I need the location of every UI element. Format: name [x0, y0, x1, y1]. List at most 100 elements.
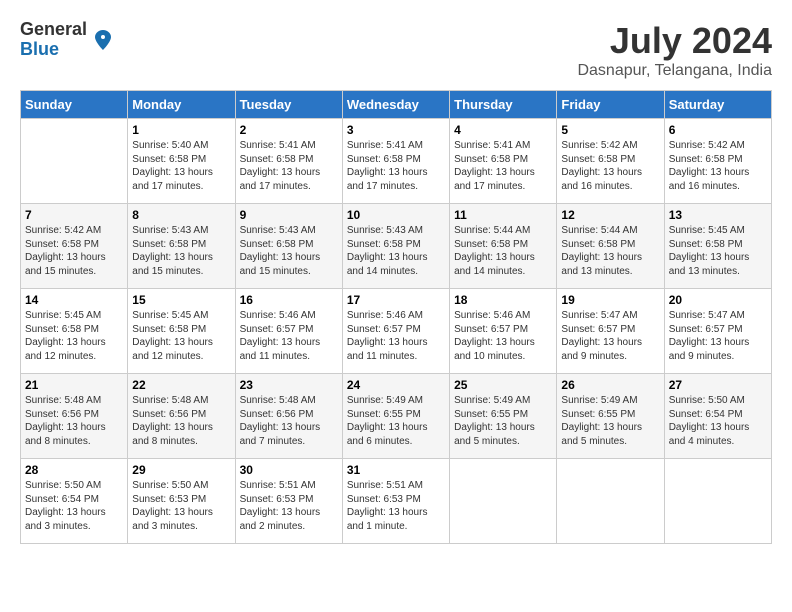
calendar-cell: 28 Sunrise: 5:50 AM Sunset: 6:54 PM Dayli… [21, 459, 128, 544]
day-number: 3 [347, 123, 445, 137]
calendar-week-row: 14 Sunrise: 5:45 AM Sunset: 6:58 PM Dayli… [21, 289, 772, 374]
calendar-cell [664, 459, 771, 544]
logo-blue: Blue [20, 40, 87, 60]
day-number: 2 [240, 123, 338, 137]
day-info: Sunrise: 5:42 AM Sunset: 6:58 PM Dayligh… [669, 139, 767, 193]
day-info: Sunrise: 5:46 AM Sunset: 6:57 PM Dayligh… [240, 309, 338, 363]
day-number: 12 [561, 208, 659, 222]
calendar-cell: 16 Sunrise: 5:46 AM Sunset: 6:57 PM Dayli… [235, 289, 342, 374]
header-thursday: Thursday [450, 91, 557, 119]
day-info: Sunrise: 5:50 AM Sunset: 6:53 PM Dayligh… [132, 479, 230, 533]
calendar-cell: 15 Sunrise: 5:45 AM Sunset: 6:58 PM Dayli… [128, 289, 235, 374]
header-tuesday: Tuesday [235, 91, 342, 119]
day-info: Sunrise: 5:45 AM Sunset: 6:58 PM Dayligh… [25, 309, 123, 363]
header-monday: Monday [128, 91, 235, 119]
day-number: 7 [25, 208, 123, 222]
calendar-cell: 17 Sunrise: 5:46 AM Sunset: 6:57 PM Dayli… [342, 289, 449, 374]
calendar-cell: 25 Sunrise: 5:49 AM Sunset: 6:55 PM Dayli… [450, 374, 557, 459]
day-info: Sunrise: 5:41 AM Sunset: 6:58 PM Dayligh… [454, 139, 552, 193]
day-number: 17 [347, 293, 445, 307]
calendar-cell: 8 Sunrise: 5:43 AM Sunset: 6:58 PM Daylig… [128, 204, 235, 289]
day-number: 19 [561, 293, 659, 307]
day-number: 25 [454, 378, 552, 392]
day-info: Sunrise: 5:40 AM Sunset: 6:58 PM Dayligh… [132, 139, 230, 193]
calendar-cell: 22 Sunrise: 5:48 AM Sunset: 6:56 PM Dayli… [128, 374, 235, 459]
day-number: 30 [240, 463, 338, 477]
day-info: Sunrise: 5:48 AM Sunset: 6:56 PM Dayligh… [240, 394, 338, 448]
day-info: Sunrise: 5:49 AM Sunset: 6:55 PM Dayligh… [561, 394, 659, 448]
day-number: 10 [347, 208, 445, 222]
day-number: 23 [240, 378, 338, 392]
day-info: Sunrise: 5:48 AM Sunset: 6:56 PM Dayligh… [132, 394, 230, 448]
month-year-title: July 2024 [577, 20, 772, 62]
day-info: Sunrise: 5:44 AM Sunset: 6:58 PM Dayligh… [454, 224, 552, 278]
calendar-cell [450, 459, 557, 544]
calendar-cell: 4Sunrise: 5:41 AM Sunset: 6:58 PM Daylig… [450, 119, 557, 204]
day-number: 22 [132, 378, 230, 392]
calendar-cell: 10 Sunrise: 5:43 AM Sunset: 6:58 PM Dayli… [342, 204, 449, 289]
calendar-cell: 11 Sunrise: 5:44 AM Sunset: 6:58 PM Dayli… [450, 204, 557, 289]
day-info: Sunrise: 5:45 AM Sunset: 6:58 PM Dayligh… [132, 309, 230, 363]
day-info: Sunrise: 5:51 AM Sunset: 6:53 PM Dayligh… [347, 479, 445, 533]
day-number: 15 [132, 293, 230, 307]
day-number: 28 [25, 463, 123, 477]
day-info: Sunrise: 5:45 AM Sunset: 6:58 PM Dayligh… [669, 224, 767, 278]
calendar-cell: 29 Sunrise: 5:50 AM Sunset: 6:53 PM Dayli… [128, 459, 235, 544]
logo-icon [91, 28, 115, 52]
calendar-cell: 23 Sunrise: 5:48 AM Sunset: 6:56 PM Dayli… [235, 374, 342, 459]
calendar-cell: 7 Sunrise: 5:42 AM Sunset: 6:58 PM Daylig… [21, 204, 128, 289]
day-number: 31 [347, 463, 445, 477]
day-number: 26 [561, 378, 659, 392]
header-sunday: Sunday [21, 91, 128, 119]
day-number: 1 [132, 123, 230, 137]
day-info: Sunrise: 5:42 AM Sunset: 6:58 PM Dayligh… [25, 224, 123, 278]
day-info: Sunrise: 5:47 AM Sunset: 6:57 PM Dayligh… [561, 309, 659, 363]
calendar-cell: 31 Sunrise: 5:51 AM Sunset: 6:53 PM Dayli… [342, 459, 449, 544]
day-info: Sunrise: 5:46 AM Sunset: 6:57 PM Dayligh… [347, 309, 445, 363]
day-info: Sunrise: 5:42 AM Sunset: 6:58 PM Dayligh… [561, 139, 659, 193]
calendar-table: SundayMondayTuesdayWednesdayThursdayFrid… [20, 90, 772, 544]
calendar-cell [557, 459, 664, 544]
day-info: Sunrise: 5:47 AM Sunset: 6:57 PM Dayligh… [669, 309, 767, 363]
logo: General Blue [20, 20, 115, 60]
calendar-cell: 1 Sunrise: 5:40 AM Sunset: 6:58 PM Daylig… [128, 119, 235, 204]
calendar-week-row: 7 Sunrise: 5:42 AM Sunset: 6:58 PM Daylig… [21, 204, 772, 289]
day-number: 8 [132, 208, 230, 222]
header-saturday: Saturday [664, 91, 771, 119]
day-info: Sunrise: 5:49 AM Sunset: 6:55 PM Dayligh… [347, 394, 445, 448]
calendar-cell: 3 Sunrise: 5:41 AM Sunset: 6:58 PM Daylig… [342, 119, 449, 204]
calendar-week-row: 28 Sunrise: 5:50 AM Sunset: 6:54 PM Dayli… [21, 459, 772, 544]
day-number: 11 [454, 208, 552, 222]
calendar-cell: 13Sunrise: 5:45 AM Sunset: 6:58 PM Dayli… [664, 204, 771, 289]
day-number: 24 [347, 378, 445, 392]
calendar-cell: 18Sunrise: 5:46 AM Sunset: 6:57 PM Dayli… [450, 289, 557, 374]
day-info: Sunrise: 5:44 AM Sunset: 6:58 PM Dayligh… [561, 224, 659, 278]
day-number: 6 [669, 123, 767, 137]
calendar-cell: 6 Sunrise: 5:42 AM Sunset: 6:58 PM Daylig… [664, 119, 771, 204]
calendar-week-row: 1 Sunrise: 5:40 AM Sunset: 6:58 PM Daylig… [21, 119, 772, 204]
day-info: Sunrise: 5:50 AM Sunset: 6:54 PM Dayligh… [25, 479, 123, 533]
day-info: Sunrise: 5:43 AM Sunset: 6:58 PM Dayligh… [347, 224, 445, 278]
location-subtitle: Dasnapur, Telangana, India [577, 62, 772, 80]
day-number: 9 [240, 208, 338, 222]
logo-general: General [20, 20, 87, 40]
day-number: 27 [669, 378, 767, 392]
day-number: 29 [132, 463, 230, 477]
day-number: 5 [561, 123, 659, 137]
day-info: Sunrise: 5:46 AM Sunset: 6:57 PM Dayligh… [454, 309, 552, 363]
day-info: Sunrise: 5:43 AM Sunset: 6:58 PM Dayligh… [132, 224, 230, 278]
header-friday: Friday [557, 91, 664, 119]
day-number: 16 [240, 293, 338, 307]
calendar-cell: 20 Sunrise: 5:47 AM Sunset: 6:57 PM Dayli… [664, 289, 771, 374]
calendar-cell: 24 Sunrise: 5:49 AM Sunset: 6:55 PM Dayli… [342, 374, 449, 459]
day-info: Sunrise: 5:49 AM Sunset: 6:55 PM Dayligh… [454, 394, 552, 448]
day-number: 20 [669, 293, 767, 307]
calendar-cell: 30 Sunrise: 5:51 AM Sunset: 6:53 PM Dayli… [235, 459, 342, 544]
calendar-cell: 27 Sunrise: 5:50 AM Sunset: 6:54 PM Dayli… [664, 374, 771, 459]
day-number: 14 [25, 293, 123, 307]
day-info: Sunrise: 5:51 AM Sunset: 6:53 PM Dayligh… [240, 479, 338, 533]
day-number: 21 [25, 378, 123, 392]
calendar-cell: 14 Sunrise: 5:45 AM Sunset: 6:58 PM Dayli… [21, 289, 128, 374]
day-info: Sunrise: 5:50 AM Sunset: 6:54 PM Dayligh… [669, 394, 767, 448]
day-info: Sunrise: 5:41 AM Sunset: 6:58 PM Dayligh… [347, 139, 445, 193]
